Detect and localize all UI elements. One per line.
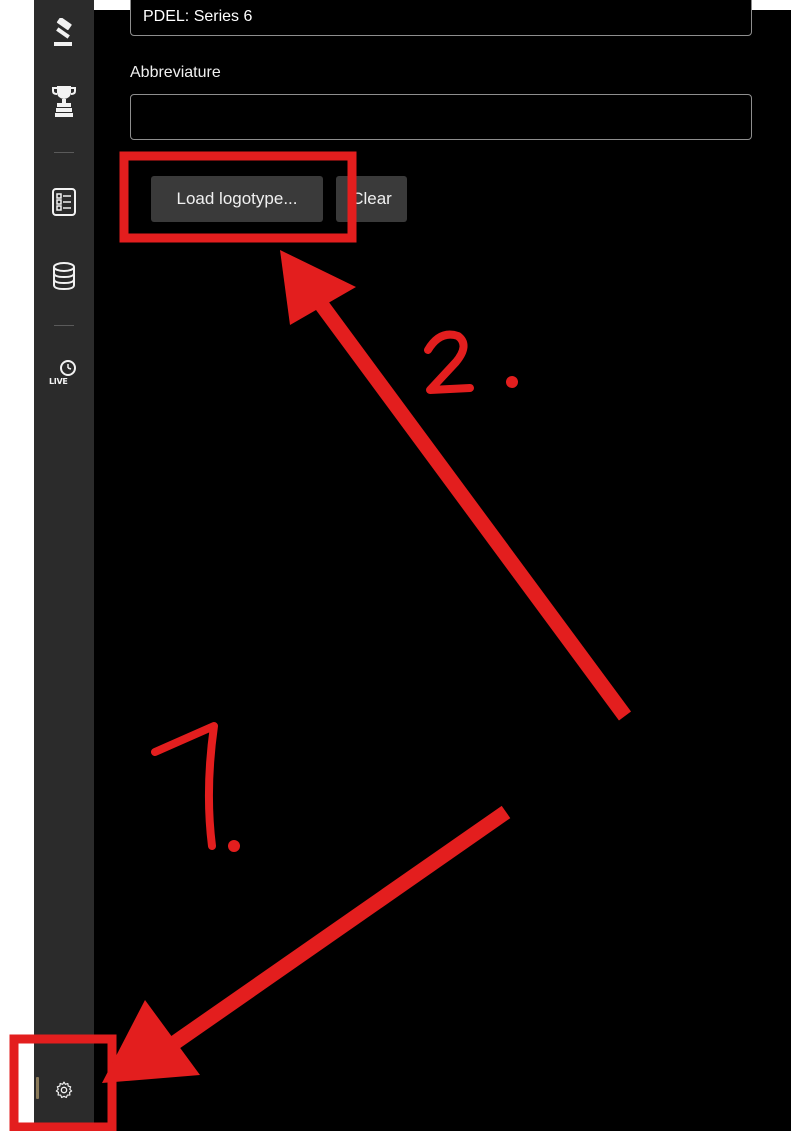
gear-icon bbox=[55, 1081, 73, 1099]
sidebar-divider bbox=[54, 152, 74, 153]
sidebar-item-list[interactable] bbox=[52, 188, 76, 216]
sidebar-item-settings[interactable] bbox=[54, 1080, 74, 1100]
gavel-icon bbox=[54, 18, 72, 46]
sidebar-item-gavel[interactable] bbox=[51, 18, 77, 48]
sidebar-divider bbox=[54, 325, 74, 326]
series-name-field[interactable] bbox=[130, 0, 752, 36]
clear-button[interactable]: Clear bbox=[336, 176, 407, 222]
abbreviature-label: Abbreviature bbox=[130, 64, 221, 81]
sidebar: LIVE bbox=[34, 0, 94, 1131]
checklist-icon bbox=[52, 188, 76, 216]
sidebar-item-database[interactable] bbox=[52, 262, 76, 290]
sidebar-item-trophy[interactable] bbox=[52, 84, 76, 118]
database-icon bbox=[53, 262, 75, 290]
live-label: LIVE bbox=[49, 377, 68, 386]
abbreviature-field[interactable] bbox=[130, 94, 752, 140]
sidebar-item-live[interactable]: LIVE bbox=[49, 358, 79, 388]
trophy-icon bbox=[52, 86, 76, 117]
active-indicator bbox=[36, 1077, 39, 1099]
load-logotype-button[interactable]: Load logotype... bbox=[151, 176, 323, 222]
live-clock-icon: LIVE bbox=[49, 358, 79, 388]
